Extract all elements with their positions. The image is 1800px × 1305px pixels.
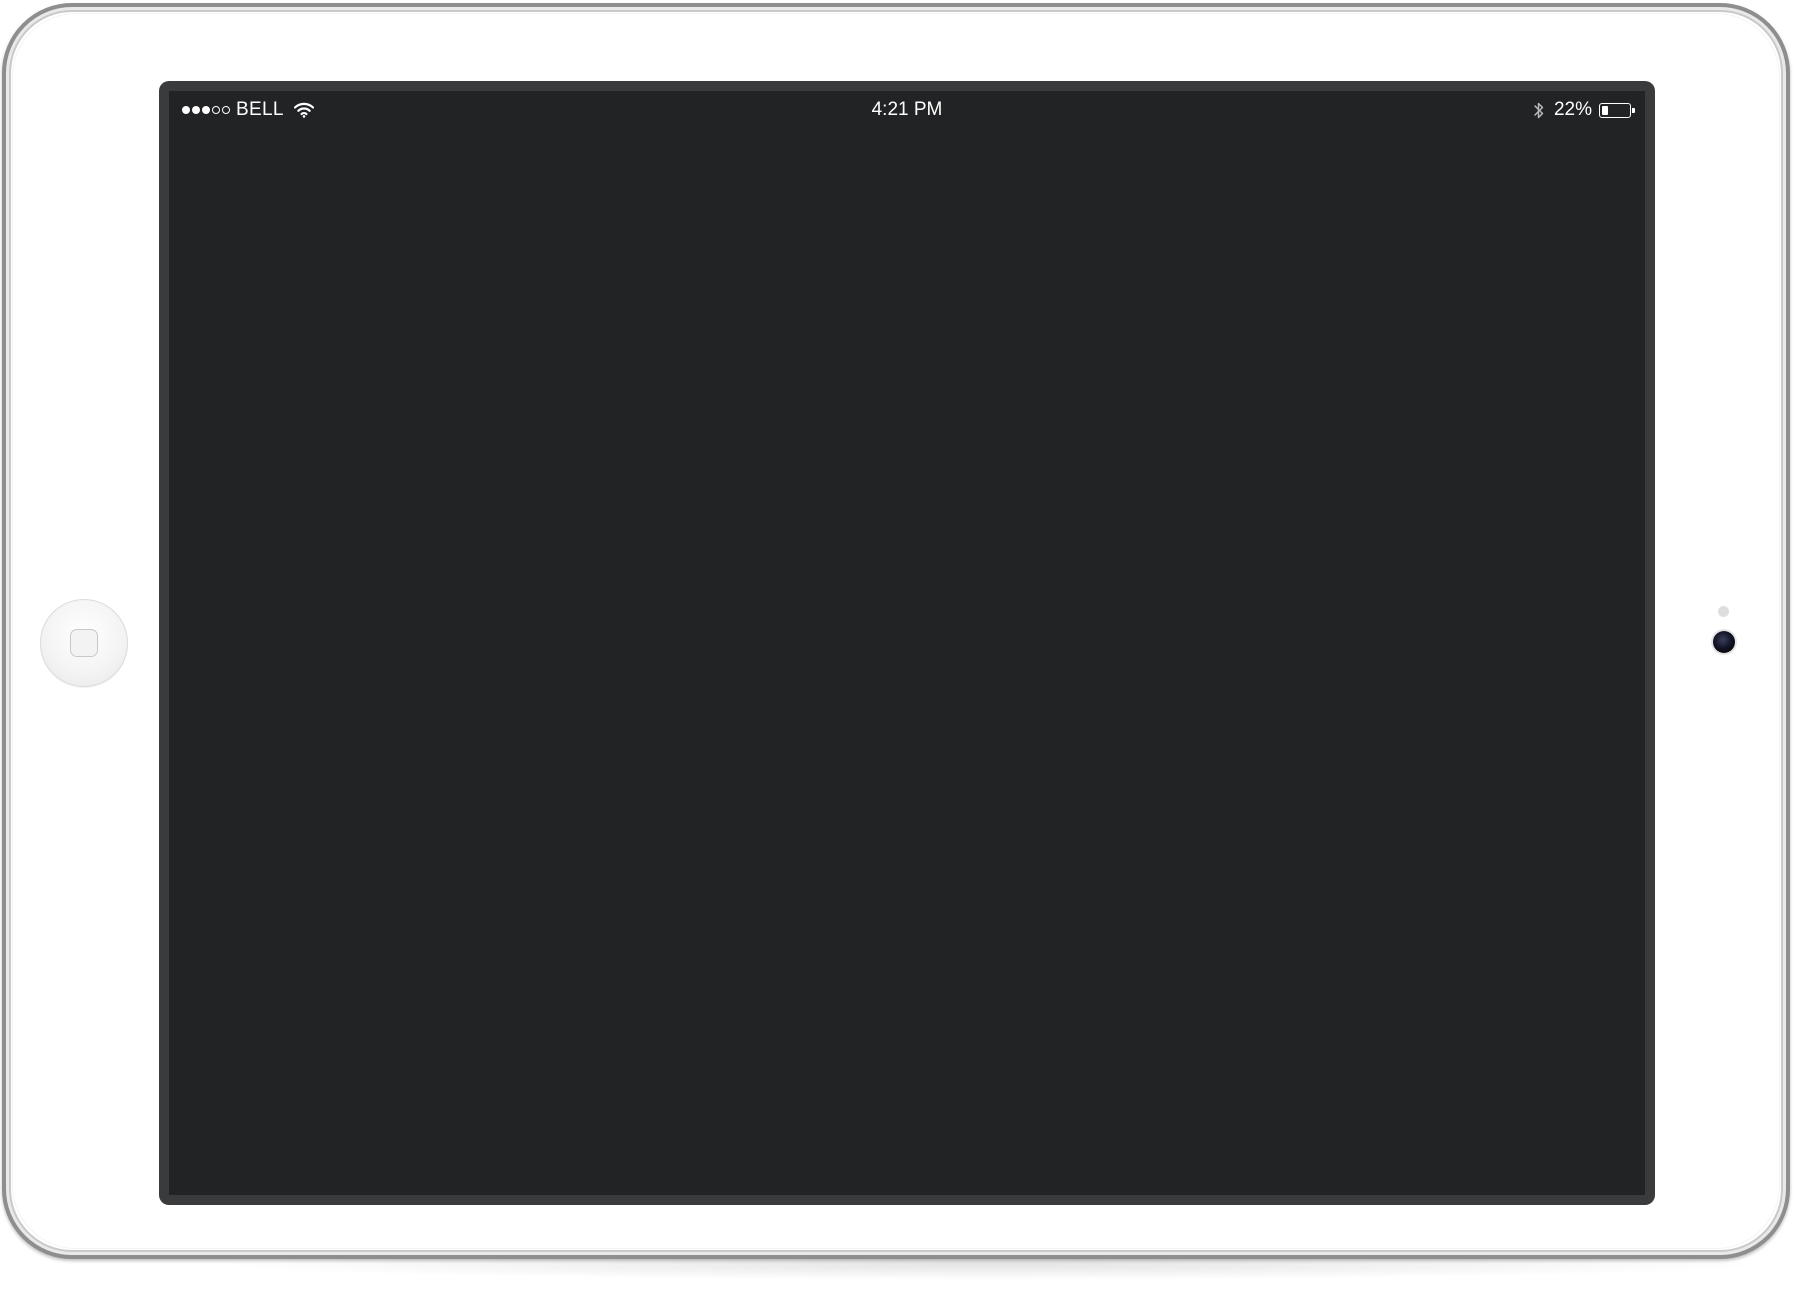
- battery-nub: [1632, 107, 1635, 113]
- status-bar: BELL 4:21 PM 22%: [169, 91, 1645, 131]
- bluetooth-icon: [1533, 101, 1545, 120]
- screen[interactable]: BELL 4:21 PM 22%: [169, 91, 1645, 1195]
- battery-icon: [1599, 102, 1635, 118]
- screen-bezel: BELL 4:21 PM 22%: [159, 81, 1655, 1205]
- battery-percentage: 22%: [1553, 99, 1592, 120]
- ambient-light-sensor: [1718, 606, 1729, 617]
- clock-time: 4:21 PM: [871, 99, 943, 120]
- front-camera: [1713, 631, 1735, 653]
- status-bar-right: 22%: [1533, 99, 1635, 120]
- page: BELL 4:21 PM 22%: [0, 0, 1800, 1305]
- status-bar-center: 4:21 PM: [169, 100, 1645, 120]
- battery-fill: [1602, 105, 1608, 115]
- home-button[interactable]: [40, 599, 128, 687]
- home-button-icon: [70, 629, 98, 657]
- tablet-device-frame: BELL 4:21 PM 22%: [2, 3, 1790, 1259]
